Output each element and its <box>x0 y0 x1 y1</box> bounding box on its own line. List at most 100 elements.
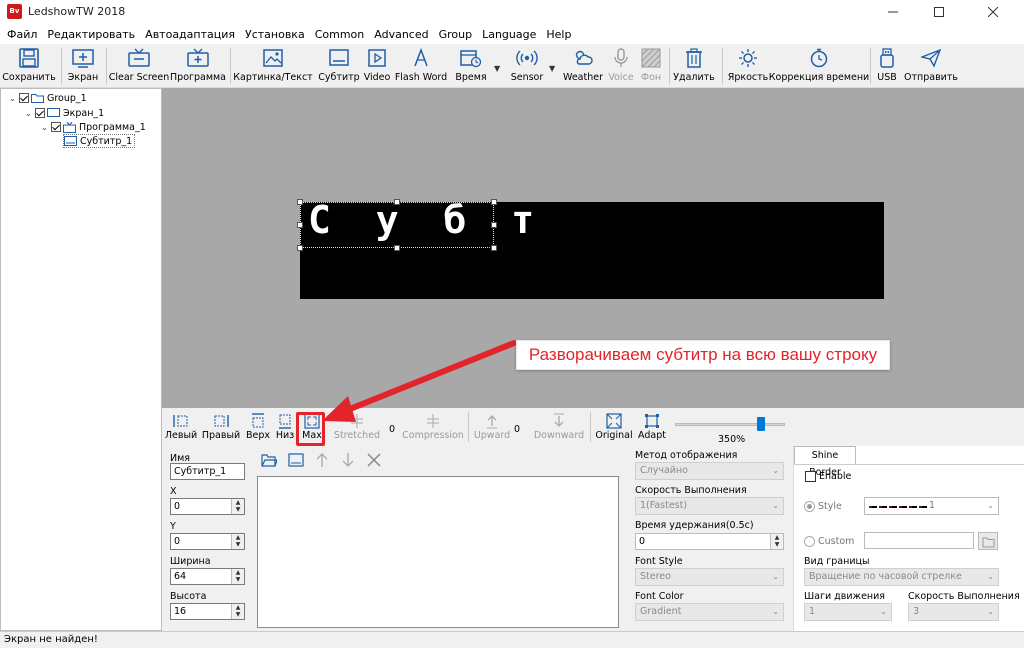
close-button[interactable] <box>970 0 1016 24</box>
save-button[interactable]: Сохранить <box>2 46 56 86</box>
menu-file[interactable]: Файл <box>2 28 42 41</box>
height-field[interactable]: 16 ▲ ▼ <box>170 603 245 620</box>
send-button[interactable]: Отправить <box>904 46 958 86</box>
subtitle-frame-icon[interactable] <box>287 451 305 469</box>
steps-select[interactable]: 1 ⌄ <box>804 603 892 621</box>
original-size-button[interactable]: Original <box>595 412 633 446</box>
menu-advanced[interactable]: Advanced <box>369 28 433 41</box>
zoom-slider-thumb[interactable] <box>757 417 765 431</box>
add-screen-button[interactable]: Экран <box>65 46 101 86</box>
downward-button[interactable]: Downward <box>534 412 584 446</box>
tree-node-program[interactable]: ⌄ Программа_1 <box>40 120 146 134</box>
clear-screen-button[interactable]: Clear Screen <box>109 46 169 86</box>
add-subtitle-button[interactable]: Субтитр <box>316 46 362 86</box>
chevron-down-icon[interactable]: ⌄ <box>40 123 49 132</box>
flash-word-icon <box>409 46 433 70</box>
move-down-icon[interactable] <box>339 451 357 469</box>
menu-common[interactable]: Common <box>310 28 370 41</box>
menu-settings[interactable]: Установка <box>240 28 310 41</box>
style-select[interactable]: 1 ⌄ <box>864 497 999 515</box>
program-checkbox[interactable] <box>51 122 61 132</box>
add-program-button[interactable]: Программа <box>170 46 226 86</box>
move-up-icon[interactable] <box>313 451 331 469</box>
content-list[interactable] <box>257 476 619 628</box>
menu-edit[interactable]: Редактировать <box>42 28 140 41</box>
brightness-button[interactable]: Яркость <box>727 46 769 86</box>
custom-path-field[interactable] <box>864 532 974 549</box>
align-top-button[interactable]: Верх <box>244 412 272 446</box>
resize-handle[interactable] <box>491 199 497 205</box>
x-field[interactable]: 0 ▲ ▼ <box>170 498 245 515</box>
add-video-button[interactable]: Video <box>363 46 391 86</box>
upward-button[interactable]: Upward <box>474 412 510 446</box>
led-screen[interactable]: С у б т <box>297 198 884 299</box>
align-right-button[interactable]: Правый <box>200 412 242 446</box>
add-voice-button[interactable]: Voice <box>607 46 635 86</box>
font-color-select[interactable]: Gradient ⌄ <box>635 603 784 621</box>
height-spinner[interactable]: ▲ ▼ <box>231 604 244 619</box>
x-label: X <box>170 486 177 497</box>
adapt-button[interactable]: Adapt <box>636 412 668 446</box>
border-view-select[interactable]: Вращение по часовой стрелке ⌄ <box>804 568 999 586</box>
resize-handle[interactable] <box>491 222 497 228</box>
add-flash-word-button[interactable]: Flash Word <box>395 46 447 86</box>
chevron-down-icon[interactable]: ⌄ <box>24 109 33 118</box>
zoom-slider-track[interactable] <box>675 423 785 426</box>
display-method-select[interactable]: Случайно ⌄ <box>635 462 784 480</box>
tree-node-screen[interactable]: ⌄ Экран_1 <box>24 106 104 120</box>
resize-handle[interactable] <box>394 245 400 251</box>
usb-button[interactable]: USB <box>874 46 900 86</box>
y-spinner[interactable]: ▲ ▼ <box>231 534 244 549</box>
sensor-dropdown-icon[interactable]: ▼ <box>549 64 555 73</box>
stretched-button[interactable]: Stretched <box>334 412 380 446</box>
tree-node-group[interactable]: ⌄ Group_1 <box>8 91 87 105</box>
tab-shine-border[interactable]: Shine Border <box>794 446 856 478</box>
style-radio[interactable] <box>804 501 815 512</box>
selection-box[interactable] <box>300 202 494 248</box>
enable-checkbox[interactable] <box>805 471 816 482</box>
font-style-select[interactable]: Stereo ⌄ <box>635 568 784 586</box>
add-time-button[interactable]: Время <box>452 46 490 86</box>
resize-handle[interactable] <box>491 245 497 251</box>
add-sensor-button[interactable]: Sensor <box>510 46 544 86</box>
display-method-label: Метод отображения <box>635 450 738 461</box>
menu-language[interactable]: Language <box>477 28 541 41</box>
align-left-button[interactable]: Левый <box>164 412 198 446</box>
add-image-text-button[interactable]: Картинка/Текст <box>233 46 313 86</box>
browse-folder-button[interactable] <box>978 532 998 550</box>
resize-handle[interactable] <box>297 245 303 251</box>
resize-handle[interactable] <box>394 199 400 205</box>
chevron-down-icon[interactable]: ⌄ <box>8 94 17 103</box>
resize-handle[interactable] <box>297 199 303 205</box>
maximize-button[interactable] <box>916 0 962 24</box>
minimize-button[interactable] <box>870 0 916 24</box>
shine-speed-select[interactable]: 3 ⌄ <box>908 603 999 621</box>
width-spinner[interactable]: ▲ ▼ <box>231 569 244 584</box>
name-field[interactable]: Субтитр_1 <box>170 463 245 480</box>
menu-autoadapt[interactable]: Автоадаптация <box>140 28 240 41</box>
remove-item-icon[interactable] <box>365 451 383 469</box>
screen-checkbox[interactable] <box>35 108 45 118</box>
x-spinner[interactable]: ▲ ▼ <box>231 499 244 514</box>
tree-node-subtitle[interactable]: Субтитр_1 <box>63 134 136 148</box>
custom-radio[interactable] <box>804 536 815 547</box>
y-field[interactable]: 0 ▲ ▼ <box>170 533 245 550</box>
compression-button[interactable]: Compression <box>402 412 464 446</box>
menu-help[interactable]: Help <box>541 28 576 41</box>
time-correction-button[interactable]: Коррекция времени <box>769 46 869 86</box>
speed-select[interactable]: 1(Fastest) ⌄ <box>635 497 784 515</box>
time-dropdown-icon[interactable]: ▼ <box>494 64 500 73</box>
delete-button[interactable]: Удалить <box>672 46 716 86</box>
add-weather-button[interactable]: Weather <box>562 46 604 86</box>
width-field[interactable]: 64 ▲ ▼ <box>170 568 245 585</box>
hold-time-spinner[interactable]: ▲ ▼ <box>770 534 783 549</box>
align-bottom-button[interactable]: Низ <box>274 412 296 446</box>
group-checkbox[interactable] <box>19 93 29 103</box>
microphone-icon <box>609 46 633 70</box>
background-button[interactable]: Фон <box>637 46 665 86</box>
shine-border-panel: Shine Border Enable Style 1 ⌄ Custom Вид… <box>793 446 1024 631</box>
resize-handle[interactable] <box>297 222 303 228</box>
hold-time-field[interactable]: 0 ▲ ▼ <box>635 533 784 550</box>
open-folder-icon[interactable] <box>260 451 278 469</box>
menu-group[interactable]: Group <box>434 28 478 41</box>
